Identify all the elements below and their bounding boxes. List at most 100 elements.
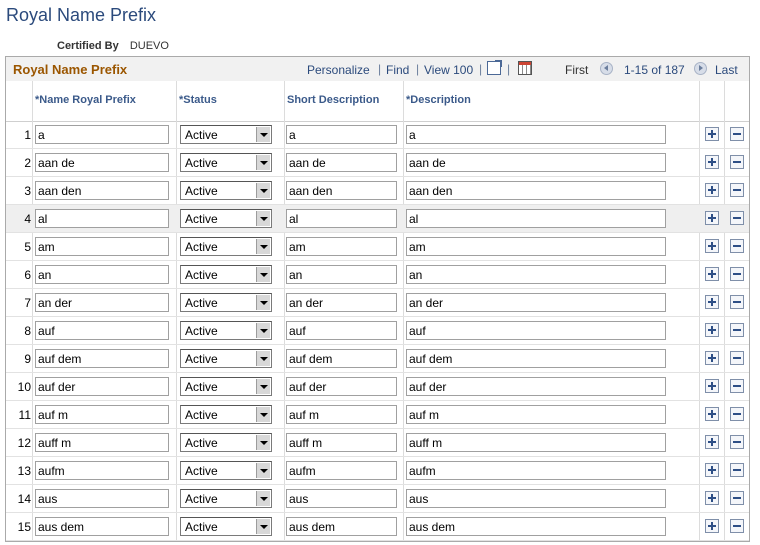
column-header-description[interactable]: *Description (406, 94, 471, 106)
name-royal-prefix-input[interactable] (35, 321, 169, 340)
add-row-icon[interactable] (705, 379, 719, 393)
name-royal-prefix-input[interactable] (35, 377, 169, 396)
delete-row-icon[interactable] (730, 519, 744, 533)
description-input[interactable] (406, 461, 666, 480)
description-input[interactable] (406, 321, 666, 340)
delete-row-icon[interactable] (730, 435, 744, 449)
description-input[interactable] (406, 517, 666, 536)
delete-row-icon[interactable] (730, 211, 744, 225)
first-link[interactable]: First (565, 63, 588, 77)
name-royal-prefix-input[interactable] (35, 237, 169, 256)
name-royal-prefix-input[interactable] (35, 461, 169, 480)
description-input[interactable] (406, 237, 666, 256)
name-royal-prefix-input[interactable] (35, 125, 169, 144)
download-spreadsheet-icon[interactable] (518, 61, 532, 75)
chevron-down-icon[interactable] (256, 267, 270, 282)
column-header-short-description[interactable]: Short Description (287, 94, 379, 106)
description-input[interactable] (406, 405, 666, 424)
short-description-input[interactable] (286, 293, 397, 312)
delete-row-icon[interactable] (730, 183, 744, 197)
chevron-down-icon[interactable] (256, 211, 270, 226)
view-all-link[interactable]: View 100 (424, 63, 473, 77)
status-select[interactable]: Active (180, 489, 272, 508)
new-window-icon[interactable] (487, 60, 502, 75)
short-description-input[interactable] (286, 209, 397, 228)
add-row-icon[interactable] (705, 183, 719, 197)
personalize-link[interactable]: Personalize (307, 63, 370, 77)
short-description-input[interactable] (286, 125, 397, 144)
short-description-input[interactable] (286, 517, 397, 536)
status-select[interactable]: Active (180, 377, 272, 396)
status-select[interactable]: Active (180, 405, 272, 424)
find-link[interactable]: Find (386, 63, 409, 77)
status-select[interactable]: Active (180, 125, 272, 144)
chevron-down-icon[interactable] (256, 323, 270, 338)
delete-row-icon[interactable] (730, 491, 744, 505)
chevron-down-icon[interactable] (256, 379, 270, 394)
chevron-down-icon[interactable] (256, 407, 270, 422)
chevron-down-icon[interactable] (256, 463, 270, 478)
add-row-icon[interactable] (705, 211, 719, 225)
delete-row-icon[interactable] (730, 379, 744, 393)
status-select[interactable]: Active (180, 293, 272, 312)
status-select[interactable]: Active (180, 349, 272, 368)
description-input[interactable] (406, 181, 666, 200)
chevron-down-icon[interactable] (256, 155, 270, 170)
delete-row-icon[interactable] (730, 351, 744, 365)
chevron-down-icon[interactable] (256, 351, 270, 366)
chevron-down-icon[interactable] (256, 183, 270, 198)
description-input[interactable] (406, 349, 666, 368)
add-row-icon[interactable] (705, 491, 719, 505)
name-royal-prefix-input[interactable] (35, 153, 169, 172)
add-row-icon[interactable] (705, 267, 719, 281)
delete-row-icon[interactable] (730, 155, 744, 169)
status-select[interactable]: Active (180, 321, 272, 340)
description-input[interactable] (406, 293, 666, 312)
short-description-input[interactable] (286, 349, 397, 368)
name-royal-prefix-input[interactable] (35, 265, 169, 284)
chevron-down-icon[interactable] (256, 435, 270, 450)
status-select[interactable]: Active (180, 237, 272, 256)
name-royal-prefix-input[interactable] (35, 349, 169, 368)
name-royal-prefix-input[interactable] (35, 433, 169, 452)
short-description-input[interactable] (286, 377, 397, 396)
delete-row-icon[interactable] (730, 127, 744, 141)
name-royal-prefix-input[interactable] (35, 181, 169, 200)
add-row-icon[interactable] (705, 323, 719, 337)
column-header-status[interactable]: *Status (179, 94, 217, 106)
delete-row-icon[interactable] (730, 323, 744, 337)
delete-row-icon[interactable] (730, 239, 744, 253)
chevron-down-icon[interactable] (256, 127, 270, 142)
description-input[interactable] (406, 125, 666, 144)
add-row-icon[interactable] (705, 435, 719, 449)
add-row-icon[interactable] (705, 463, 719, 477)
short-description-input[interactable] (286, 489, 397, 508)
next-icon[interactable] (694, 62, 707, 75)
previous-icon[interactable] (600, 62, 613, 75)
short-description-input[interactable] (286, 265, 397, 284)
description-input[interactable] (406, 209, 666, 228)
delete-row-icon[interactable] (730, 267, 744, 281)
name-royal-prefix-input[interactable] (35, 209, 169, 228)
delete-row-icon[interactable] (730, 295, 744, 309)
status-select[interactable]: Active (180, 517, 272, 536)
name-royal-prefix-input[interactable] (35, 517, 169, 536)
status-select[interactable]: Active (180, 461, 272, 480)
short-description-input[interactable] (286, 181, 397, 200)
short-description-input[interactable] (286, 461, 397, 480)
delete-row-icon[interactable] (730, 407, 744, 421)
chevron-down-icon[interactable] (256, 295, 270, 310)
add-row-icon[interactable] (705, 407, 719, 421)
column-header-prefix[interactable]: *Name Royal Prefix (35, 94, 136, 106)
short-description-input[interactable] (286, 405, 397, 424)
name-royal-prefix-input[interactable] (35, 293, 169, 312)
name-royal-prefix-input[interactable] (35, 489, 169, 508)
short-description-input[interactable] (286, 433, 397, 452)
description-input[interactable] (406, 377, 666, 396)
chevron-down-icon[interactable] (256, 519, 270, 534)
description-input[interactable] (406, 265, 666, 284)
status-select[interactable]: Active (180, 433, 272, 452)
short-description-input[interactable] (286, 237, 397, 256)
delete-row-icon[interactable] (730, 463, 744, 477)
status-select[interactable]: Active (180, 181, 272, 200)
